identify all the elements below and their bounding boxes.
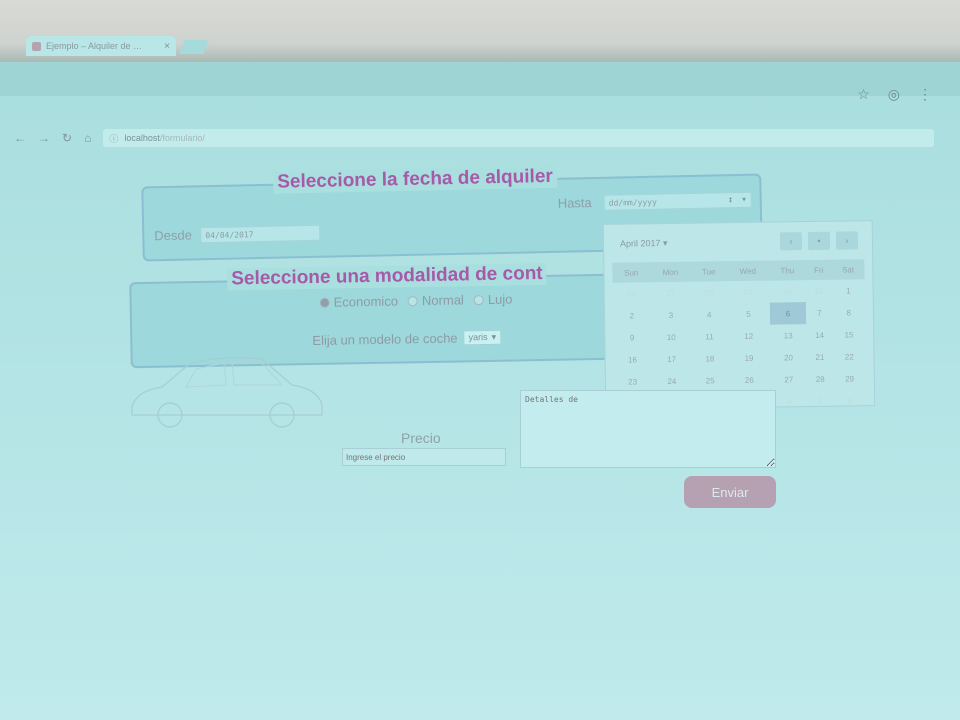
radio-economico-dot[interactable]	[319, 297, 330, 308]
weekday-header: Tue	[690, 261, 727, 282]
to-label: Hasta	[557, 195, 592, 211]
secure-icon: ⓘ	[109, 133, 119, 144]
model-label: Elija un modelo de coche	[312, 330, 458, 349]
datepicker-nav: ‹ • ›	[779, 231, 859, 251]
tab-bar	[0, 62, 960, 96]
calendar-day[interactable]: 10	[651, 326, 692, 349]
calendar-day[interactable]: 25	[692, 369, 728, 391]
forward-icon[interactable]: →	[38, 131, 50, 145]
price-label: Precio	[401, 430, 441, 446]
from-date-value: 04/04/2017	[205, 229, 254, 240]
calendar-day[interactable]: 5	[727, 303, 770, 326]
radio-lujo-label: Lujo	[487, 291, 513, 307]
radio-lujo[interactable]: Lujo	[473, 291, 513, 308]
calendar-day[interactable]: 1	[832, 279, 865, 301]
calendar-day[interactable]: 9	[613, 326, 651, 349]
radio-economico[interactable]: Economico	[319, 293, 399, 310]
calendar-day[interactable]: 12	[727, 325, 770, 348]
calendar-day[interactable]: 29	[727, 281, 770, 304]
calendar-day[interactable]: 6	[834, 389, 867, 411]
weekday-header: Wed	[726, 260, 770, 282]
model-select[interactable]: yaris ▾	[463, 329, 502, 346]
calendar-day[interactable]: 30	[769, 280, 806, 303]
calendar-day[interactable]: 27	[650, 282, 691, 305]
calendar-day[interactable]: 20	[770, 346, 807, 369]
submit-button[interactable]: Enviar	[684, 476, 776, 508]
browser-tab[interactable]: Ejemplo – Alquiler de … ×	[26, 36, 176, 56]
chevron-down-icon: ▾	[491, 331, 497, 342]
model-select-value: yaris	[468, 331, 488, 343]
calendar-day[interactable]: 17	[651, 348, 692, 371]
today-button[interactable]: •	[807, 231, 831, 251]
calendar-day[interactable]: 24	[651, 370, 692, 393]
calendar-day[interactable]: 28	[807, 368, 834, 390]
modality-radio-group: Economico Normal Lujo	[319, 291, 513, 310]
next-month-button[interactable]: ›	[835, 231, 859, 250]
new-tab-button[interactable]	[179, 40, 209, 54]
calendar-day[interactable]: 13	[770, 324, 807, 347]
calendar-day[interactable]: 26	[728, 369, 771, 392]
weekday-header: Sat	[831, 259, 865, 280]
calendar-day[interactable]: 29	[833, 367, 866, 389]
modality-legend: Seleccione una modalidad de cont	[227, 262, 547, 291]
car-image	[131, 357, 323, 428]
calendar-day[interactable]: 11	[691, 325, 727, 347]
weekday-header: Fri	[805, 259, 832, 281]
calendar-day[interactable]: 28	[691, 281, 727, 303]
home-icon[interactable]: ⌂	[84, 131, 91, 145]
calendar-day[interactable]: 19	[728, 347, 771, 370]
details-textarea[interactable]	[520, 390, 776, 468]
radio-normal-label: Normal	[421, 292, 464, 309]
url-host: localhost	[124, 133, 160, 143]
calendar-day[interactable]: 27	[770, 368, 807, 391]
weekday-header: Mon	[649, 261, 691, 283]
favicon-icon	[32, 41, 41, 51]
calendar-day[interactable]: 4	[771, 390, 808, 413]
menu-icon[interactable]: ⋮	[918, 86, 932, 103]
model-row: Elija un modelo de coche yaris ▾	[312, 329, 502, 349]
rental-dates-legend: Seleccione la fecha de alquiler	[273, 165, 558, 194]
to-date-value: dd/mm/yyyy	[608, 197, 657, 208]
url-path: /formulario/	[159, 133, 205, 143]
calendar-day[interactable]: 15	[833, 323, 866, 345]
calendar-day[interactable]: 8	[832, 301, 865, 323]
address-bar-row: ← → ↻ ⌂ ⓘ localhost/formulario/	[14, 126, 934, 150]
reload-icon[interactable]: ↻	[62, 131, 72, 145]
calendar-day[interactable]: 5	[807, 390, 834, 412]
calendar-day[interactable]: 16	[613, 348, 651, 371]
star-icon[interactable]: ☆	[857, 86, 870, 103]
calendar-day[interactable]: 18	[692, 347, 728, 369]
radio-economico-label: Economico	[333, 293, 399, 310]
to-date-input[interactable]: dd/mm/yyyy ↕ ▾	[603, 191, 752, 211]
tab-title: Ejemplo – Alquiler de …	[46, 41, 143, 51]
weekday-header: Sun	[612, 262, 651, 283]
chevron-down-icon[interactable]: ▾	[741, 195, 747, 205]
radio-normal[interactable]: Normal	[407, 292, 464, 309]
url-input[interactable]: ⓘ localhost/formulario/	[103, 129, 934, 147]
radio-lujo-dot[interactable]	[473, 294, 484, 305]
from-label: Desde	[154, 227, 193, 244]
close-tab-icon[interactable]: ×	[164, 41, 170, 52]
radio-normal-dot[interactable]	[407, 295, 419, 306]
calendar-day[interactable]: 3	[650, 304, 691, 327]
prev-month-button[interactable]: ‹	[779, 232, 803, 251]
browser-toolbar-icons: ☆ ◎ ⋮	[857, 86, 932, 103]
calendar-day[interactable]: 26	[613, 282, 651, 305]
calendar-day[interactable]: 22	[833, 345, 866, 367]
weekday-header: Thu	[768, 260, 806, 281]
price-input[interactable]	[342, 448, 506, 466]
calendar-day[interactable]: 7	[806, 302, 833, 324]
spin-icon[interactable]: ↕	[728, 195, 734, 205]
calendar-day[interactable]: 14	[806, 324, 833, 346]
extension-icon[interactable]: ◎	[888, 86, 900, 103]
calendar-day[interactable]: 4	[691, 303, 727, 325]
calendar-day[interactable]: 6	[769, 302, 807, 325]
calendar-day[interactable]: 21	[807, 346, 834, 368]
back-icon[interactable]: ←	[14, 131, 26, 145]
datepicker-popup: April 2017 ▾ ‹ • › Sun Mon Tue Wed Thu Fri Sat…	[602, 220, 876, 413]
datepicker-month-select[interactable]: April 2017 ▾	[620, 238, 668, 250]
from-date-input[interactable]: 04/04/2017	[200, 224, 321, 244]
calendar-day[interactable]: 31	[806, 280, 833, 302]
calendar-day[interactable]: 2	[613, 304, 651, 327]
